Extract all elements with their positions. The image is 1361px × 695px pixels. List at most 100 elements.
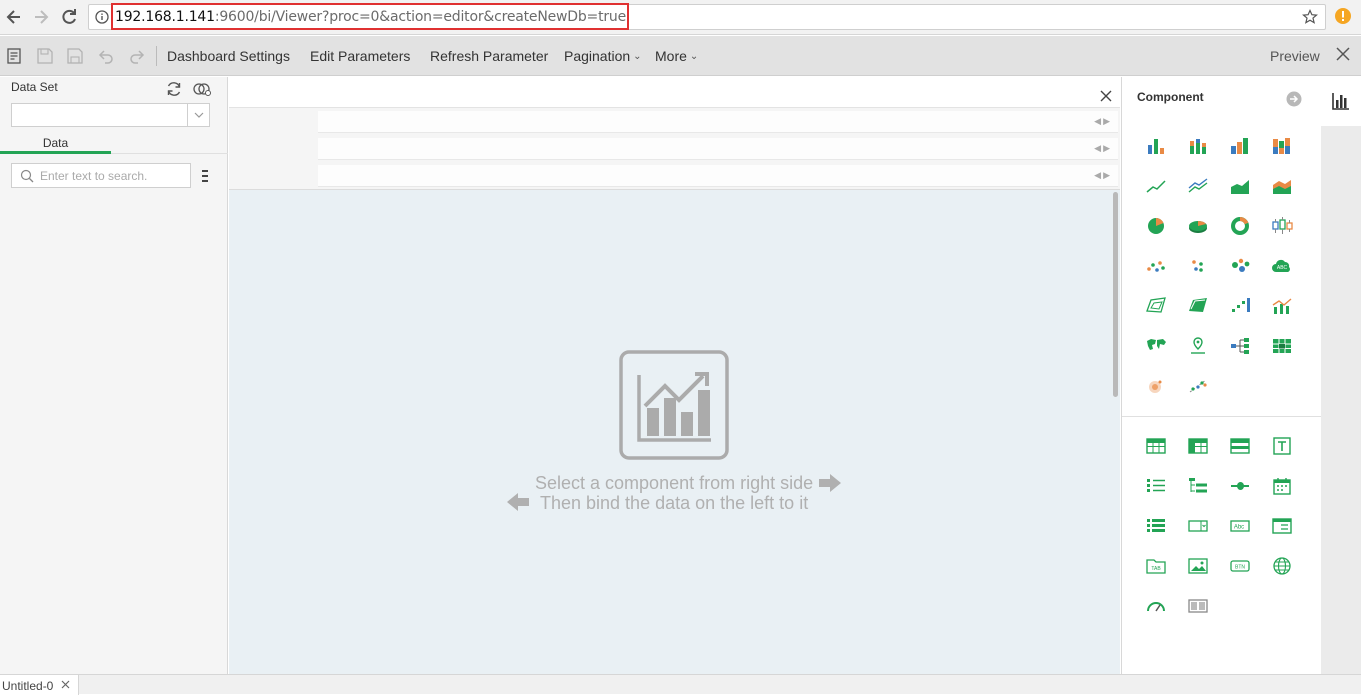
svg-text:BTN: BTN: [1235, 565, 1245, 571]
dataset-link-icon[interactable]: [192, 81, 212, 97]
search-icon: [20, 169, 34, 183]
world-map-icon[interactable]: [1145, 335, 1167, 357]
canvas-scrollbar[interactable]: [1113, 192, 1118, 397]
freestyle-table-icon[interactable]: [1229, 435, 1251, 457]
slider-icon[interactable]: [1229, 475, 1251, 497]
filled-radar-chart-icon[interactable]: [1187, 295, 1209, 317]
scroll-arrows-icon[interactable]: ◀▶: [1094, 116, 1112, 127]
calendar-icon[interactable]: [1271, 475, 1293, 497]
more-label: More: [655, 48, 687, 64]
more-menu[interactable]: More ⌄: [655, 48, 698, 64]
parameter-row[interactable]: ◀▶: [318, 138, 1118, 160]
edit-parameters-button[interactable]: Edit Parameters: [310, 48, 410, 64]
url-path: :9600/bi/Viewer?proc=0&action=editor&cre…: [214, 9, 627, 25]
radar-chart-icon[interactable]: [1145, 295, 1167, 317]
dashboard-settings-button[interactable]: Dashboard Settings: [167, 48, 290, 64]
toolbar-divider: [156, 46, 157, 66]
data-search-field[interactable]: [11, 163, 191, 188]
refresh-parameter-button[interactable]: Refresh Parameter: [430, 48, 548, 64]
close-tab-icon[interactable]: [61, 680, 70, 689]
scroll-arrows-icon[interactable]: ◀▶: [1094, 170, 1112, 181]
arrow-right-icon: [818, 473, 842, 493]
box-plot-icon[interactable]: [1271, 215, 1293, 237]
crosstab-icon[interactable]: [1187, 435, 1209, 457]
update-warning-icon[interactable]: [1334, 7, 1352, 25]
redo-icon[interactable]: [128, 47, 146, 65]
editor-toolbar: Dashboard Settings Edit Parameters Refre…: [0, 36, 1361, 76]
table-icon[interactable]: [1145, 435, 1167, 457]
url-text[interactable]: 192.168.1.141:9600/bi/Viewer?proc=0&acti…: [115, 9, 626, 25]
chevron-down-icon: ⌄: [633, 51, 642, 62]
more-options-icon[interactable]: [201, 169, 209, 183]
text-input-icon[interactable]: Abc: [1229, 515, 1251, 537]
search-input[interactable]: [40, 167, 188, 185]
3d-pie-chart-icon[interactable]: [1187, 215, 1209, 237]
dropdown-icon[interactable]: [1187, 515, 1209, 537]
bookmark-star-icon[interactable]: [1302, 9, 1318, 25]
gauge-icon[interactable]: [1145, 595, 1167, 617]
url-host: 192.168.1.141: [115, 9, 215, 25]
web-page-icon[interactable]: [1271, 555, 1293, 577]
dot-plot-icon[interactable]: [1187, 255, 1209, 277]
dashboard-tab-label: Untitled-0: [2, 679, 54, 693]
pagination-label: Pagination: [564, 48, 631, 64]
line-chart-icon[interactable]: [1145, 175, 1167, 197]
donut-chart-icon[interactable]: [1229, 215, 1251, 237]
button-icon[interactable]: BTN: [1229, 555, 1251, 577]
form-icon[interactable]: [1271, 515, 1293, 537]
parameter-row[interactable]: ◀▶: [318, 165, 1118, 187]
combo-chart-icon[interactable]: [1271, 295, 1293, 317]
bubble-chart-icon[interactable]: [1229, 255, 1251, 277]
dataset-select[interactable]: [11, 103, 210, 127]
reload-icon[interactable]: [59, 7, 79, 27]
container-icon[interactable]: [1187, 595, 1209, 617]
save-icon[interactable]: [36, 47, 54, 65]
location-map-icon[interactable]: [1187, 335, 1209, 357]
word-cloud-icon[interactable]: ABC: [1271, 255, 1293, 277]
chevron-down-icon[interactable]: [187, 104, 209, 126]
svg-text:Abc: Abc: [1234, 525, 1244, 531]
close-editor-icon[interactable]: [1335, 46, 1351, 62]
list-icon[interactable]: [1145, 515, 1167, 537]
scatter-trend-icon[interactable]: [1187, 375, 1209, 397]
back-arrow-icon[interactable]: [4, 7, 24, 27]
step-chart-icon[interactable]: [1229, 295, 1251, 317]
pagination-menu[interactable]: Pagination ⌄: [564, 48, 642, 64]
stacked-area-chart-icon[interactable]: [1271, 175, 1293, 197]
preview-button[interactable]: Preview: [1270, 48, 1320, 64]
new-dashboard-icon[interactable]: [5, 47, 23, 65]
collapse-arrow-icon[interactable]: [1286, 91, 1302, 107]
tree-filter-icon[interactable]: [1187, 475, 1209, 497]
scroll-arrows-icon[interactable]: ◀▶: [1094, 143, 1112, 154]
chevron-down-icon: ⌄: [689, 51, 699, 62]
undo-icon[interactable]: [97, 47, 115, 65]
list-filter-icon[interactable]: [1145, 475, 1167, 497]
tree-chart-icon[interactable]: [1229, 335, 1251, 357]
save-as-icon[interactable]: [66, 47, 84, 65]
heatmap-table-icon[interactable]: [1271, 335, 1293, 357]
image-icon[interactable]: [1187, 555, 1209, 577]
area-chart-icon[interactable]: [1229, 175, 1251, 197]
bar-chart-icon[interactable]: [1145, 135, 1167, 157]
parameter-row[interactable]: ◀▶: [318, 111, 1118, 133]
parameter-area: ◀▶ ◀▶ ◀▶: [229, 108, 1120, 190]
pie-chart-icon[interactable]: [1145, 215, 1167, 237]
text-box-icon[interactable]: [1271, 435, 1293, 457]
component-divider: [1122, 416, 1322, 417]
dashboard-tab[interactable]: Untitled-0: [0, 675, 79, 695]
heat-density-icon[interactable]: [1145, 375, 1167, 397]
refresh-dataset-icon[interactable]: [165, 80, 183, 98]
dataset-label: Data Set: [11, 80, 58, 94]
grouped-bar-chart-icon[interactable]: [1229, 135, 1251, 157]
component-panel: Component ABC Abc TAB BTN: [1121, 77, 1322, 674]
multi-line-chart-icon[interactable]: [1187, 175, 1209, 197]
stacked-bar-chart-icon[interactable]: [1187, 135, 1209, 157]
info-icon[interactable]: [95, 10, 109, 24]
canvas-header: [229, 77, 1120, 108]
tab-container-icon[interactable]: TAB: [1145, 555, 1167, 577]
stacked-column-chart-icon[interactable]: [1271, 135, 1293, 157]
close-parameter-icon[interactable]: [1100, 90, 1112, 102]
scatter-chart-icon[interactable]: [1145, 255, 1167, 277]
chart-properties-icon[interactable]: [1331, 91, 1351, 111]
forward-arrow-icon[interactable]: [31, 7, 51, 27]
